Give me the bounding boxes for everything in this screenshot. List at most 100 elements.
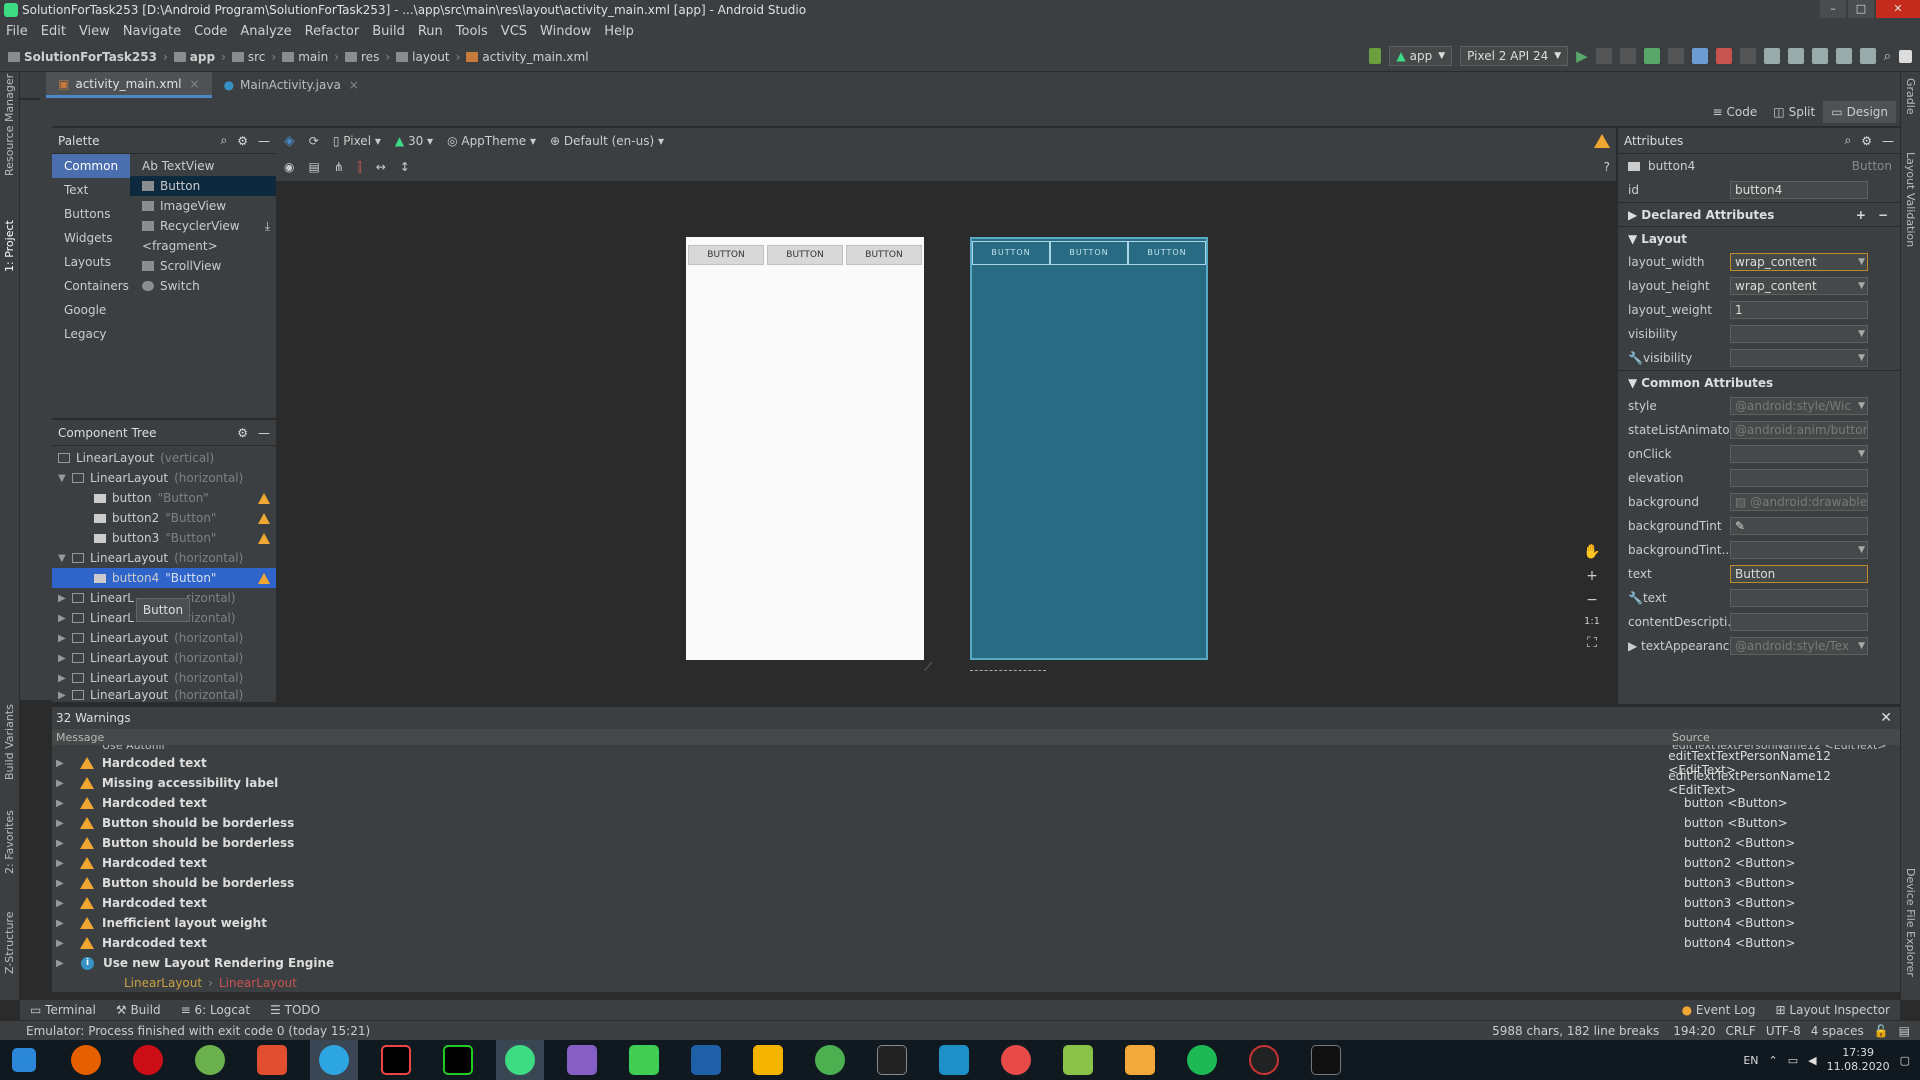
warning-row[interactable]: ▶ Missing accessibility label editTextText…	[52, 769, 1900, 797]
chevron-right-icon[interactable]: ▶	[56, 878, 70, 889]
text-field[interactable]: Button	[1730, 565, 1868, 583]
resize-handle-icon[interactable]: ⟋	[924, 660, 932, 675]
project-structure-icon[interactable]	[1859, 48, 1876, 64]
chevron-right-icon[interactable]: ▶	[58, 673, 72, 684]
build-tool[interactable]: ⚒ Build	[116, 1003, 161, 1017]
device-manager-icon[interactable]	[1835, 48, 1852, 64]
spotify-icon[interactable]	[1178, 1040, 1226, 1080]
menu-build[interactable]: Build	[372, 24, 405, 39]
tree-node[interactable]: button3 "Button"	[52, 528, 276, 548]
preview-button-1[interactable]: BUTTON	[688, 245, 764, 265]
tree-node[interactable]: ▼ LinearLayout (horizontal)	[52, 548, 276, 568]
locale-select[interactable]: ⊕ Default (en-us) ▾	[550, 134, 664, 148]
theme-select[interactable]: ◎ AppTheme ▾	[447, 134, 536, 148]
build-variants-tool[interactable]: Build Variants	[3, 704, 16, 780]
search-icon[interactable]: ⌕	[1884, 49, 1891, 64]
tree-node[interactable]: ▼ LinearLayout (horizontal)	[52, 468, 276, 488]
search-icon[interactable]: ⌕	[1845, 133, 1852, 148]
app-icon[interactable]	[248, 1040, 296, 1080]
apply-changes-icon[interactable]	[1595, 48, 1612, 64]
palette-category-widgets[interactable]: Widgets	[52, 226, 130, 250]
gradle-sync-icon[interactable]	[1763, 48, 1780, 64]
palette-item-switch[interactable]: Switch	[130, 276, 276, 296]
orientation-icon[interactable]: ⟳	[309, 134, 319, 148]
layout-inspector-tool[interactable]: ⊞ Layout Inspector	[1776, 1003, 1890, 1017]
debug-icon[interactable]	[1643, 48, 1660, 64]
palette-category-legacy[interactable]: Legacy	[52, 322, 130, 346]
design-canvas[interactable]: BUTTON BUTTON BUTTON ⟋ BUTTON BUTTON BUT…	[276, 184, 1616, 704]
warning-row[interactable]: ▶ Hardcoded text button2 <Button>	[52, 853, 1900, 873]
menu-view[interactable]: View	[79, 24, 110, 39]
visual-studio-icon[interactable]	[558, 1040, 606, 1080]
chevron-right-icon[interactable]: ▶	[56, 838, 70, 849]
obs-icon[interactable]	[1240, 1040, 1288, 1080]
chevron-down-icon[interactable]: ▼	[58, 473, 72, 484]
tree-node[interactable]: ▶ LinearLayout (horizontal)	[52, 668, 276, 688]
menu-tools[interactable]: Tools	[456, 24, 488, 39]
remove-icon[interactable]: −	[1878, 208, 1888, 222]
warning-icon[interactable]	[258, 572, 270, 584]
language-indicator[interactable]: EN	[1743, 1054, 1758, 1067]
blueprint-icon[interactable]: ▤	[308, 160, 319, 174]
state-list-animator-field[interactable]: @android:anim/button_s	[1730, 421, 1868, 439]
breadcrumb-project[interactable]: SolutionForTask253 ›	[8, 50, 168, 64]
gear-icon[interactable]: ⚙	[237, 134, 248, 148]
layers-icon[interactable]: ◈	[284, 133, 295, 149]
add-icon[interactable]: +	[1856, 208, 1866, 222]
sdk-manager-icon[interactable]	[1811, 48, 1828, 64]
epic-games-icon[interactable]	[868, 1040, 916, 1080]
firefox-icon[interactable]	[62, 1040, 110, 1080]
tools-text-field[interactable]	[1730, 589, 1868, 607]
telegram-icon[interactable]	[310, 1040, 358, 1080]
chevron-right-icon[interactable]: ▶	[56, 858, 70, 869]
indent-setting[interactable]: 4 spaces	[1811, 1024, 1864, 1038]
warning-icon[interactable]	[258, 492, 270, 504]
path-segment[interactable]: LinearLayout	[219, 976, 297, 990]
download-icon[interactable]: ⤓	[265, 216, 270, 236]
palette-item-button[interactable]: Button	[130, 176, 276, 196]
breadcrumb-app[interactable]: app ›	[173, 50, 226, 64]
start-button[interactable]	[0, 1040, 48, 1080]
chevron-right-icon[interactable]: ▶	[56, 958, 70, 969]
menu-help[interactable]: Help	[604, 24, 634, 39]
text-appearance-dropdown[interactable]: @android:style/Tex	[1730, 637, 1868, 655]
zoom-in-icon[interactable]: +	[1586, 568, 1598, 584]
palette-item-imageview[interactable]: ImageView	[130, 196, 276, 216]
pan-icon[interactable]: ✋	[1583, 544, 1600, 560]
caret-position[interactable]: 194:20	[1673, 1024, 1715, 1038]
blueprint-button-2[interactable]: BUTTON	[1050, 241, 1128, 265]
palette-category-buttons[interactable]: Buttons	[52, 202, 130, 226]
mode-design-button[interactable]: ▭ Design	[1823, 101, 1896, 123]
warning-icon[interactable]	[258, 532, 270, 544]
palette-category-containers[interactable]: Containers	[52, 274, 130, 298]
tree-node[interactable]: ▶ LinearLayout (horizontal)	[52, 648, 276, 668]
tree-node[interactable]: LinearLayout (vertical)	[52, 448, 276, 468]
close-tab-icon[interactable]: ×	[190, 77, 200, 91]
device-select[interactable]: ▯ Pixel ▾	[333, 134, 381, 148]
profile-icon[interactable]	[1691, 48, 1708, 64]
stop-icon[interactable]	[1739, 48, 1756, 64]
chevron-right-icon[interactable]: ▶	[56, 798, 70, 809]
content-description-field[interactable]	[1730, 613, 1868, 631]
clock[interactable]: 17:39 11.08.2020	[1827, 1046, 1890, 1074]
logcat-tool[interactable]: ≡ 6: Logcat	[181, 1003, 250, 1017]
structure-tool[interactable]: Z-Structure	[3, 912, 16, 974]
common-attributes-section[interactable]: ▼ Common Attributes	[1618, 370, 1900, 394]
preview-button-3[interactable]: BUTTON	[846, 245, 922, 265]
chevron-right-icon[interactable]: ▶	[56, 918, 70, 929]
zoom-actual-icon[interactable]: 1:1	[1584, 616, 1600, 627]
warning-row[interactable]: ▶ Button should be borderless button3 <But…	[52, 873, 1900, 893]
favorites-tool[interactable]: 2: Favorites	[3, 810, 16, 874]
tray-chevron-icon[interactable]: ⌃	[1769, 1054, 1778, 1067]
background-field[interactable]: ▨ @android:drawable/b	[1730, 493, 1868, 511]
elevation-field[interactable]	[1730, 469, 1868, 487]
chevron-right-icon[interactable]: ▶	[56, 758, 70, 769]
account-icon[interactable]	[1899, 49, 1912, 63]
tree-node[interactable]: button "Button"	[52, 488, 276, 508]
onclick-dropdown[interactable]	[1730, 445, 1868, 463]
palette-item-recyclerview[interactable]: RecyclerView ⤓	[130, 216, 276, 236]
warning-row[interactable]: ▶ Hardcoded text editTextTextPersonName12 …	[52, 749, 1900, 777]
warning-row[interactable]: ▶ Button should be borderless button2 <But…	[52, 833, 1900, 853]
horizontal-arrows-icon[interactable]: ↔	[376, 160, 386, 174]
id-field[interactable]: button4	[1730, 181, 1868, 199]
